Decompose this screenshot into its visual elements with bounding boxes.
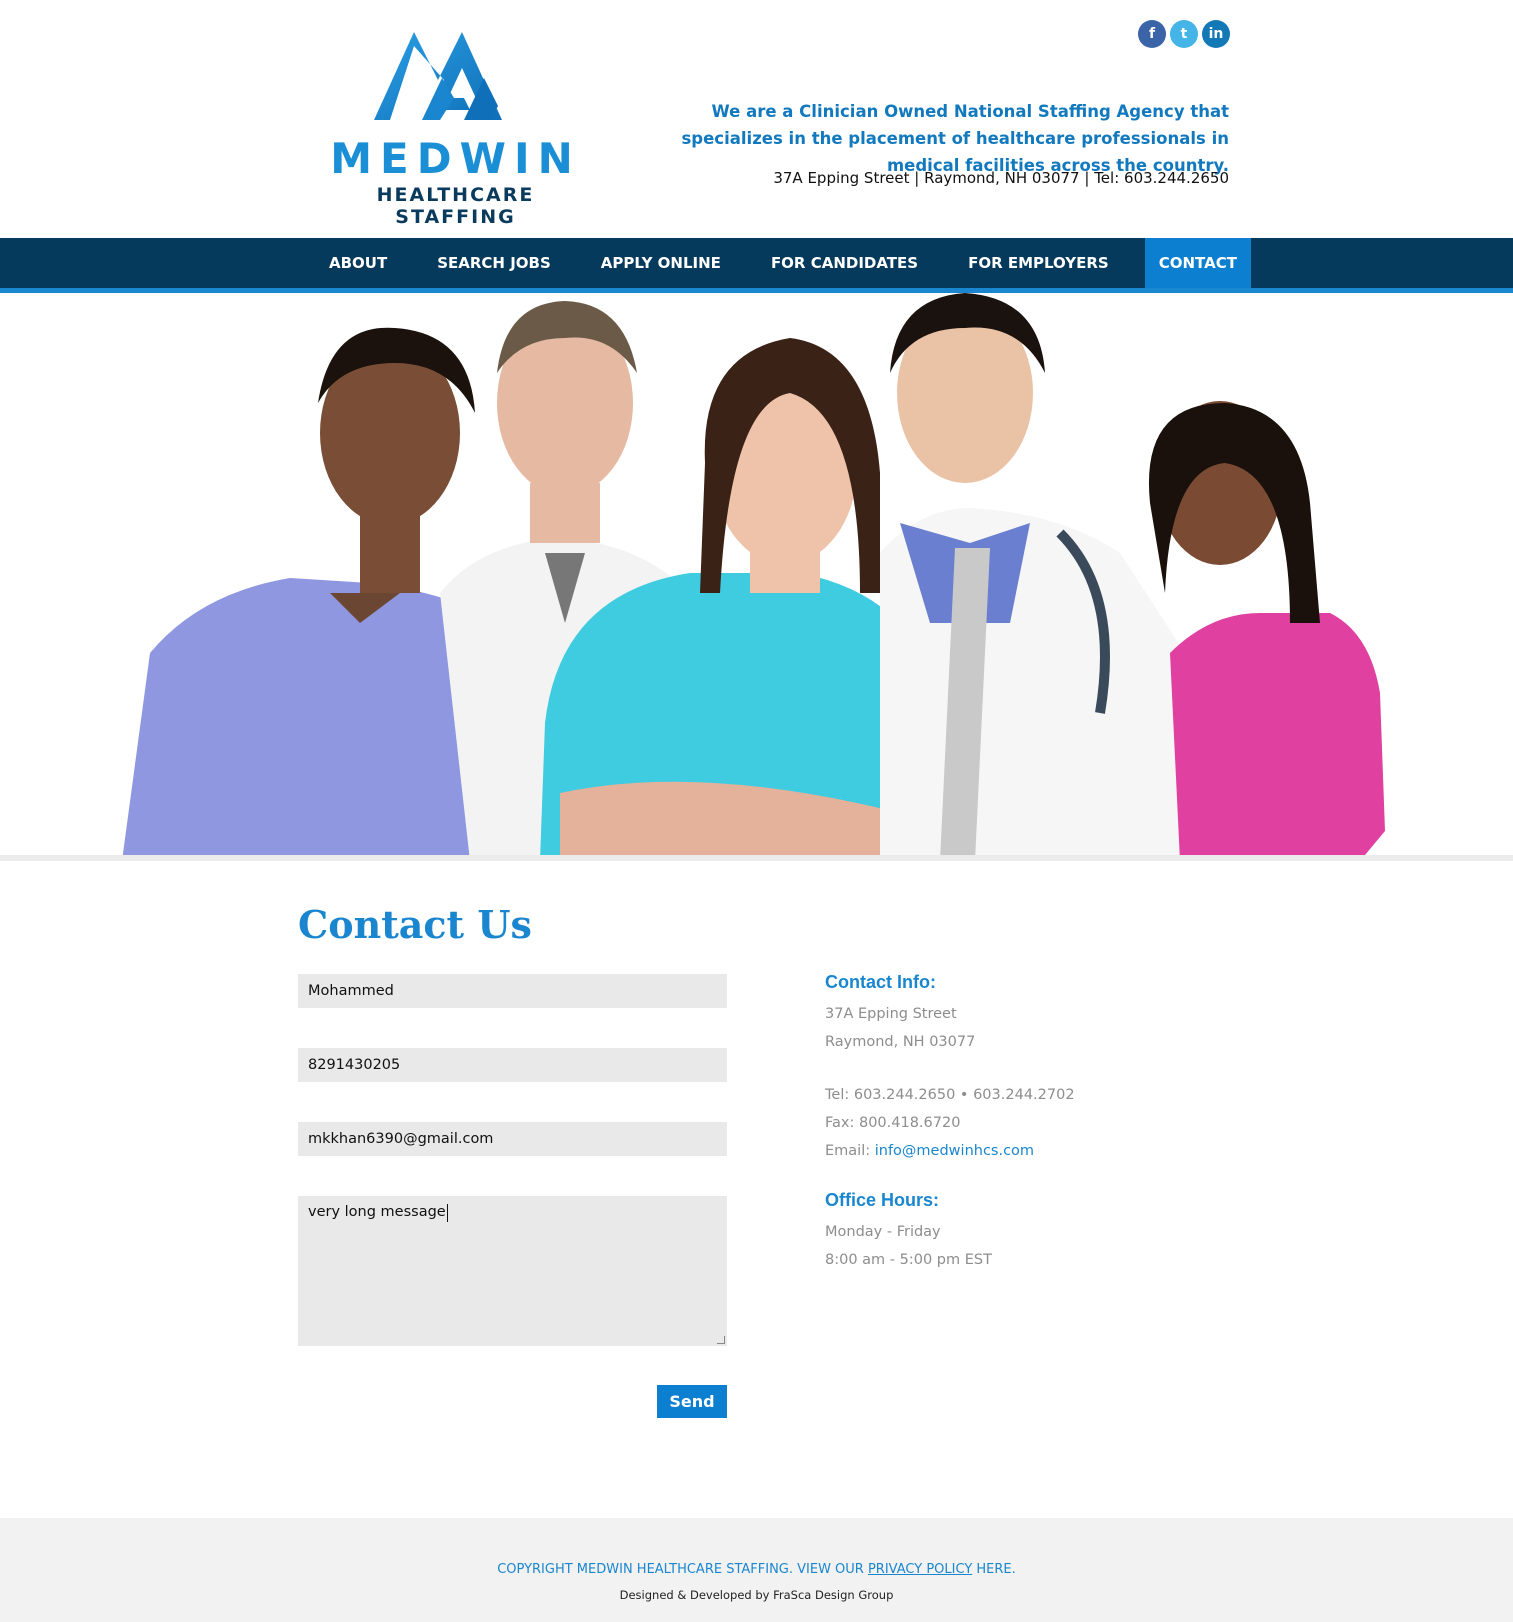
send-button[interactable]: Send	[657, 1385, 727, 1418]
person-white-coat-2	[880, 293, 1200, 855]
info-fax: Fax: 800.418.6720	[825, 1115, 961, 1131]
message-field[interactable]: very long message	[298, 1196, 727, 1346]
resize-handle-icon[interactable]	[717, 1336, 725, 1344]
info-email-label: Email:	[825, 1143, 875, 1159]
nav-item-for-employers[interactable]: FOR EMPLOYERS	[954, 238, 1123, 288]
person-pink-scrubs	[1148, 401, 1385, 855]
message-text: very long message	[308, 1204, 446, 1220]
footer-copyright: COPYRIGHT MEDWIN HEALTHCARE STAFFING. VI…	[0, 1562, 1513, 1577]
nav-item-search-jobs[interactable]: SEARCH JOBS	[423, 238, 565, 288]
nav-item-contact[interactable]: CONTACT	[1144, 238, 1251, 288]
mountain-logo-icon	[374, 32, 502, 120]
phone-field[interactable]: 8291430205	[298, 1048, 727, 1082]
medwin-logo[interactable]: MEDWIN HEALTHCARE STAFFING	[318, 28, 593, 228]
contact-info-heading: Contact Info:	[825, 972, 936, 992]
twitter-icon[interactable]: t	[1170, 20, 1198, 48]
text-caret	[446, 1204, 448, 1222]
social-links: f t in	[1138, 20, 1230, 48]
info-tel: Tel: 603.244.2650 • 603.244.2702	[825, 1087, 1075, 1103]
site-footer: COPYRIGHT MEDWIN HEALTHCARE STAFFING. VI…	[0, 1518, 1513, 1622]
info-email: Email: info@medwinhcs.com	[825, 1143, 1034, 1159]
office-hours-heading: Office Hours:	[825, 1190, 940, 1210]
footer-credit: Designed & Developed by FraSca Design Gr…	[619, 1588, 894, 1602]
main-nav: ABOUT SEARCH JOBS APPLY ONLINE FOR CANDI…	[0, 238, 1513, 293]
linkedin-icon[interactable]: in	[1202, 20, 1230, 48]
hero-image	[0, 293, 1513, 861]
header-address: 37A Epping Street | Raymond, NH 03077 | …	[773, 169, 1229, 187]
info-hours: 8:00 am - 5:00 pm EST	[825, 1252, 992, 1268]
header-tagline: We are a Clinician Owned National Staffi…	[681, 102, 1229, 175]
privacy-policy-link[interactable]: PRIVACY POLICY	[868, 1562, 972, 1577]
email-field[interactable]: mkkhan6390@gmail.com	[298, 1122, 727, 1156]
facebook-icon[interactable]: f	[1138, 20, 1166, 48]
info-email-link[interactable]: info@medwinhcs.com	[875, 1143, 1034, 1159]
logo-name: MEDWIN	[330, 134, 581, 183]
nav-item-about[interactable]: ABOUT	[315, 238, 401, 288]
nav-item-for-candidates[interactable]: FOR CANDIDATES	[757, 238, 932, 288]
name-field[interactable]: Mohammed	[298, 974, 727, 1008]
contact-section: Contact Us Mohammed 8291430205 mkkhan639…	[0, 866, 1513, 1518]
site-header: MEDWIN HEALTHCARE STAFFING f t in We are…	[0, 0, 1513, 238]
page-title: Contact Us	[298, 902, 532, 947]
logo-subtitle: HEALTHCARE STAFFING	[376, 184, 535, 228]
copyright-suffix: HERE.	[972, 1562, 1016, 1577]
info-street: 37A Epping Street	[825, 1006, 957, 1022]
nav-item-apply-online[interactable]: APPLY ONLINE	[587, 238, 735, 288]
info-city: Raymond, NH 03077	[825, 1034, 976, 1050]
medical-staff-photo	[122, 293, 1385, 855]
info-days: Monday - Friday	[825, 1224, 941, 1240]
copyright-prefix: COPYRIGHT MEDWIN HEALTHCARE STAFFING. VI…	[497, 1562, 868, 1577]
